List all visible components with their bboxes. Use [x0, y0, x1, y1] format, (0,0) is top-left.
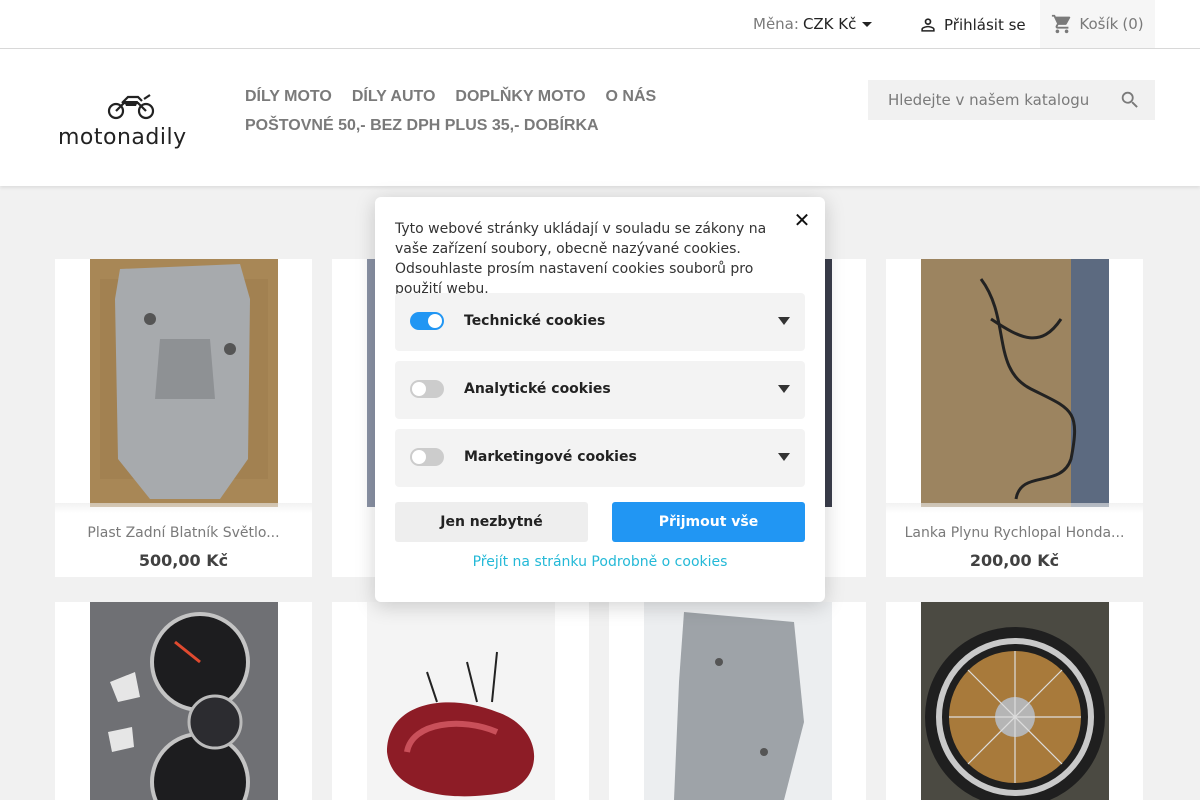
top-bar: Měna: CZK Kč Přihlásit se Košík (0)	[0, 0, 1200, 49]
product-image[interactable]	[921, 259, 1109, 507]
main-nav: DÍLY MOTO DÍLY AUTO DOPLŇKY MOTO O NÁS P…	[245, 82, 845, 140]
cookie-category-technical[interactable]: Technické cookies	[395, 293, 805, 351]
product-card[interactable]	[55, 602, 312, 800]
product-image[interactable]	[921, 602, 1109, 800]
toggle-knob	[412, 450, 426, 464]
close-icon[interactable]: ✕	[793, 210, 811, 230]
product-name[interactable]: Lanka Plynu Rychlopal Honda...	[886, 525, 1143, 541]
nav-item-dily-moto[interactable]: DÍLY MOTO	[245, 88, 332, 106]
product-image[interactable]	[90, 259, 278, 507]
cookie-description: Tyto webové stránky ukládají v souladu s…	[395, 221, 767, 297]
site-header: motonadily DÍLY MOTO DÍLY AUTO DOPLŇKY M…	[0, 49, 1200, 186]
chevron-down-icon[interactable]	[778, 385, 790, 393]
logo-text: motonadily	[58, 125, 187, 150]
product-card[interactable]: Plast Zadní Blatník Světlo... 500,00 Kč	[55, 259, 312, 577]
product-image[interactable]	[367, 602, 555, 800]
divider	[886, 503, 1143, 513]
product-price: 200,00 Kč	[969, 551, 1060, 570]
nav-item-o-nas[interactable]: O NÁS	[606, 88, 657, 106]
nav-row: POŠTOVNÉ 50,- BEZ DPH PLUS 35,- DOBÍRKA	[245, 111, 845, 140]
toggle-knob	[412, 382, 426, 396]
search-input[interactable]: Hledejte v našem katalogu	[888, 91, 1119, 109]
currency-label: Měna:	[753, 15, 799, 33]
product-image[interactable]	[644, 602, 832, 800]
chevron-down-icon[interactable]	[778, 317, 790, 325]
product-name[interactable]: Plast Zadní Blatník Světlo...	[55, 525, 312, 541]
currency-selector[interactable]: Měna: CZK Kč	[753, 15, 873, 33]
cookie-category-label: Analytické cookies	[464, 381, 611, 397]
currency-value[interactable]: CZK Kč	[803, 15, 856, 33]
product-card[interactable]	[609, 602, 866, 800]
motorcycle-icon	[107, 94, 155, 120]
nav-item-doplnky-moto[interactable]: DOPLŇKY MOTO	[455, 88, 585, 106]
cart-button[interactable]: Košík (0)	[1040, 0, 1155, 48]
cart-icon	[1052, 14, 1071, 34]
technical-cookies-toggle[interactable]	[410, 312, 444, 330]
cart-label[interactable]: Košík	[1079, 15, 1118, 33]
cookie-category-label: Technické cookies	[464, 313, 606, 329]
caret-down-icon[interactable]	[862, 21, 873, 27]
cookie-consent-dialog: ✕ Tyto webové stránky ukládají v souladu…	[375, 197, 825, 602]
accept-all-button[interactable]: Přijmout vše	[612, 502, 805, 542]
toggle-knob	[428, 314, 442, 328]
analytics-cookies-toggle[interactable]	[410, 380, 444, 398]
cookie-category-label: Marketingové cookies	[464, 449, 637, 465]
product-card[interactable]: Lanka Plynu Rychlopal Honda... 200,00 Kč	[886, 259, 1143, 577]
cart-count: (0)	[1122, 15, 1144, 33]
search-icon[interactable]	[1119, 89, 1141, 111]
cookie-category-marketing[interactable]: Marketingové cookies	[395, 429, 805, 487]
cookie-category-analytics[interactable]: Analytické cookies	[395, 361, 805, 419]
cookie-details-link[interactable]: Přejít na stránku Podrobně o cookies	[375, 554, 825, 570]
product-image[interactable]	[90, 602, 278, 800]
nav-item-shipping-notice[interactable]: POŠTOVNÉ 50,- BEZ DPH PLUS 35,- DOBÍRKA	[245, 117, 599, 135]
necessary-only-button[interactable]: Jen nezbytné	[395, 502, 588, 542]
product-card[interactable]	[886, 602, 1143, 800]
user-icon	[921, 18, 935, 32]
logo[interactable]: motonadily	[58, 89, 198, 159]
login-link[interactable]: Přihlásit se	[918, 15, 1026, 35]
search-box[interactable]: Hledejte v našem katalogu	[868, 80, 1155, 120]
product-price: 500,00 Kč	[138, 551, 229, 570]
marketing-cookies-toggle[interactable]	[410, 448, 444, 466]
login-label[interactable]: Přihlásit se	[944, 16, 1026, 34]
product-card[interactable]	[332, 602, 589, 800]
divider	[55, 503, 312, 513]
nav-row: DÍLY MOTO DÍLY AUTO DOPLŇKY MOTO O NÁS	[245, 82, 845, 111]
nav-item-dily-auto[interactable]: DÍLY AUTO	[352, 88, 436, 106]
chevron-down-icon[interactable]	[778, 453, 790, 461]
